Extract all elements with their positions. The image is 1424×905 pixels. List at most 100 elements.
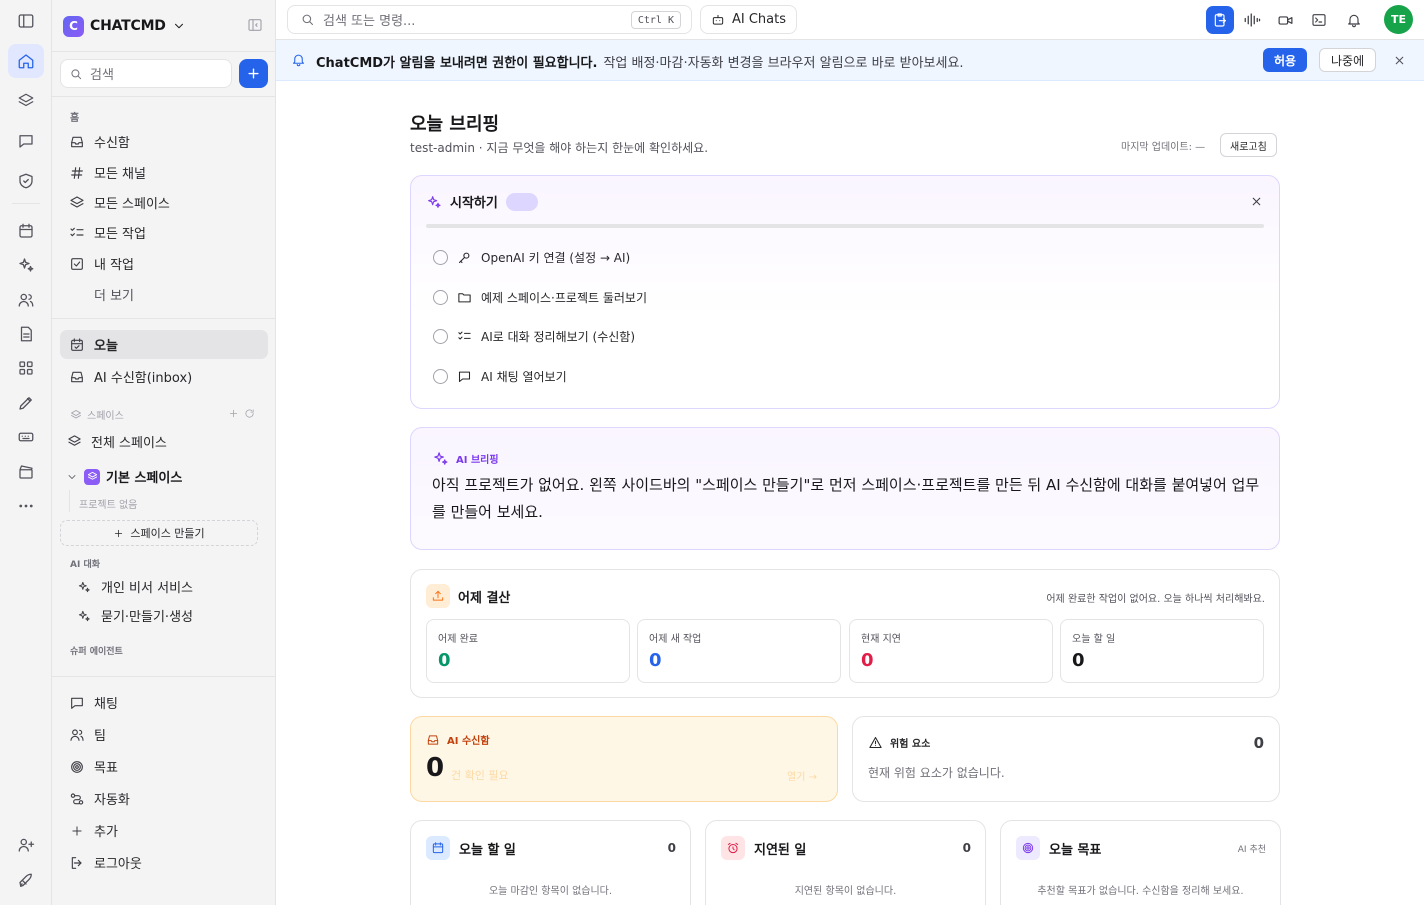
- sparkles-icon: [76, 579, 92, 595]
- ai-inbox-open-link[interactable]: 열기 →: [787, 768, 817, 783]
- section-home: 홈: [70, 113, 80, 124]
- allow-button[interactable]: 허용: [1263, 48, 1308, 72]
- checklist-item[interactable]: AI로 대화 정리해보기 (수신함): [433, 325, 635, 347]
- ai-chat-item[interactable]: 개인 비서 서비스: [70, 572, 260, 601]
- sidebar-item-my-tasks[interactable]: 내 작업: [60, 249, 268, 278]
- today-tasks-title: 오늘 할 일: [459, 842, 516, 858]
- folder-icon: [458, 292, 471, 302]
- keyboard-icon[interactable]: [8, 420, 44, 454]
- automation-icon: [69, 791, 85, 807]
- checklist-item[interactable]: 예제 스페이스·프로젝트 둘러보기: [433, 286, 647, 308]
- later-button[interactable]: 나중에: [1319, 48, 1377, 72]
- sidebar-search-input[interactable]: 검색: [60, 59, 232, 88]
- collapse-sidebar-icon[interactable]: [247, 17, 263, 33]
- radio-circle[interactable]: [433, 328, 448, 344]
- clipboard-export-icon[interactable]: [1206, 6, 1234, 34]
- sidebar-item-add[interactable]: 추가: [60, 816, 268, 845]
- sidebar-item-logout[interactable]: 로그아웃: [60, 848, 268, 877]
- sidebar-item-today[interactable]: 오늘: [60, 330, 268, 359]
- today-tasks-card: 오늘 할 일 0 오늘 마감인 항목이 없습니다.: [410, 820, 691, 905]
- sidebar-item-inbox[interactable]: 수신함: [60, 127, 268, 156]
- document-icon[interactable]: [8, 317, 44, 351]
- sparkles-icon: [76, 608, 92, 624]
- sidebar-item-label: 목표: [94, 761, 118, 776]
- global-search-input[interactable]: 검색 또는 명령... Ctrl K: [287, 5, 692, 34]
- stat-label: 현재 지연: [861, 634, 901, 645]
- ai-inbox-header: AI 수신함: [426, 732, 490, 747]
- toggle-sidebar-icon[interactable]: [8, 4, 44, 38]
- workspace-switcher[interactable]: C CHATCMD: [63, 14, 186, 38]
- ai-recommend-tag: AI 추천: [1237, 845, 1266, 855]
- audio-wave-icon[interactable]: [1238, 6, 1266, 34]
- more-icon[interactable]: [8, 489, 44, 523]
- calendar-icon: [426, 836, 450, 860]
- grid-icon[interactable]: [8, 351, 44, 385]
- sidebar-item-all-channels[interactable]: 모든 채널: [60, 158, 268, 187]
- add-user-icon[interactable]: [8, 828, 44, 862]
- sidebar-item-label: 로그아웃: [94, 857, 142, 872]
- sidebar-item-label: 추가: [94, 825, 118, 840]
- users-icon[interactable]: [8, 283, 44, 317]
- chat-icon: [458, 371, 471, 382]
- sidebar-item-automation[interactable]: 자동화: [60, 784, 268, 813]
- sidebar-item-goals[interactable]: 목표: [60, 752, 268, 781]
- sidebar-item-all-spaces[interactable]: 모든 스페이스: [60, 188, 268, 217]
- sidebar-item-team[interactable]: 팀: [60, 720, 268, 749]
- stat-card: 어제 완료 0: [426, 619, 630, 683]
- chat-icon: [69, 695, 85, 711]
- sparkles-icon[interactable]: [8, 248, 44, 282]
- radio-circle[interactable]: [433, 289, 448, 305]
- terminal-icon[interactable]: [1305, 6, 1333, 34]
- avatar[interactable]: TE: [1384, 5, 1413, 34]
- workspace-logo: C: [63, 15, 84, 37]
- stat-value: 0: [438, 650, 451, 671]
- radio-circle[interactable]: [433, 249, 448, 265]
- create-space-button[interactable]: 스페이스 만들기: [60, 520, 258, 546]
- sidebar-item-label: 오늘: [94, 339, 118, 354]
- add-space-icon[interactable]: [228, 408, 239, 419]
- yesterday-summary-card: 어제 결산 어제 완료한 작업이 없어요. 오늘 하나씩 처리해봐요. 어제 완…: [410, 569, 1280, 698]
- bell-icon[interactable]: [1340, 6, 1368, 34]
- page-title: 오늘 브리핑: [410, 114, 500, 135]
- space-basic[interactable]: 기본 스페이스: [66, 467, 182, 486]
- ai-chat-item[interactable]: 묻기·만들기·생성: [70, 601, 260, 630]
- risk-title: 위험 요소: [890, 739, 931, 750]
- refresh-button[interactable]: 새로고침: [1220, 133, 1277, 157]
- checklist-label: OpenAI 키 연결 (설정 → AI): [481, 250, 631, 265]
- home-icon[interactable]: [8, 44, 44, 78]
- checklist-item[interactable]: AI 채팅 열어보기: [433, 365, 567, 387]
- checklist-item[interactable]: OpenAI 키 연결 (설정 → AI): [433, 246, 630, 268]
- list-check-icon: [458, 331, 471, 340]
- close-icon[interactable]: [1393, 54, 1406, 67]
- global-search-placeholder: 검색 또는 명령...: [323, 14, 416, 29]
- ai-inbox-card[interactable]: AI 수신함 0 건 확인 필요 열기 →: [410, 716, 838, 802]
- radio-circle[interactable]: [433, 368, 448, 384]
- layers-icon[interactable]: [8, 84, 44, 118]
- search-icon: [71, 68, 82, 79]
- add-button[interactable]: [239, 59, 268, 88]
- sidebar-item-chat[interactable]: 채팅: [60, 688, 268, 717]
- close-icon[interactable]: [1250, 195, 1263, 208]
- sidebar-item-label: 팀: [94, 729, 106, 744]
- stat-value: 0: [1072, 650, 1085, 671]
- refresh-icon[interactable]: [244, 408, 255, 419]
- target-icon: [69, 759, 85, 775]
- sidebar-item-all-spaces-list[interactable]: 전체 스페이스: [60, 427, 268, 456]
- ai-chats-button[interactable]: AI Chats: [700, 5, 798, 34]
- chat-icon[interactable]: [8, 124, 44, 158]
- clapperboard-icon[interactable]: [8, 455, 44, 489]
- shield-icon[interactable]: [8, 164, 44, 198]
- sidebar-item-ai-inbox[interactable]: AI 수신함(inbox): [60, 362, 268, 391]
- checkbox-icon: [69, 256, 85, 272]
- risk-card: 위험 요소 0 현재 위험 요소가 없습니다.: [852, 716, 1280, 802]
- calendar-icon[interactable]: [8, 214, 44, 248]
- video-icon[interactable]: [1271, 6, 1299, 34]
- sidebar-item-all-tasks[interactable]: 모든 작업: [60, 218, 268, 247]
- today-goals-header: 오늘 목표: [1016, 836, 1101, 860]
- risk-count: 0: [1253, 734, 1264, 752]
- pen-tool-icon[interactable]: [8, 386, 44, 420]
- logout-icon: [69, 855, 85, 871]
- rocket-icon[interactable]: [8, 864, 44, 898]
- sparkles-icon: [434, 452, 448, 465]
- sidebar-item-more[interactable]: 더 보기: [60, 280, 268, 309]
